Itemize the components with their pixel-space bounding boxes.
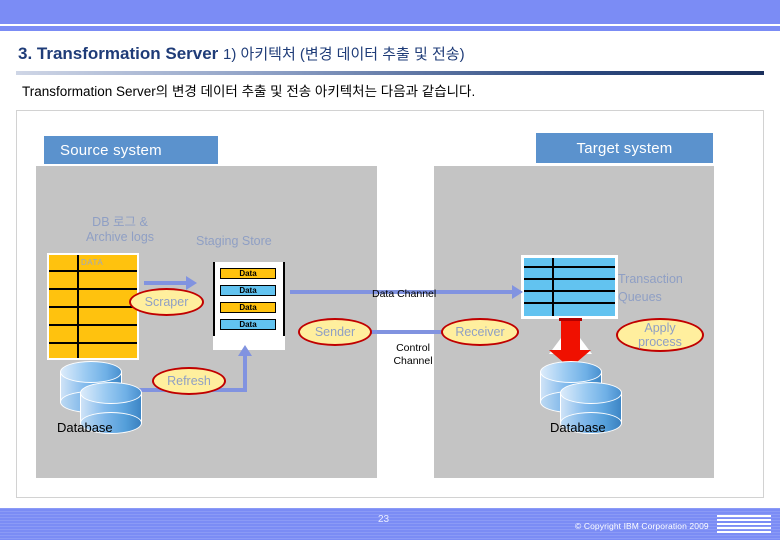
ibm-logo	[717, 515, 771, 534]
control-channel-label: Control Channel	[383, 342, 443, 368]
refresh-arrow-head	[238, 345, 252, 356]
grid-line	[524, 278, 615, 280]
control-channel-line2: Channel	[393, 355, 433, 367]
page-number: 23	[378, 514, 390, 525]
apply-process-line2: process	[638, 335, 682, 349]
staging-edge-right	[283, 262, 285, 336]
grid-line-vertical	[77, 255, 79, 358]
logo-stripe	[717, 531, 771, 533]
cylinder-top	[80, 382, 142, 404]
apply-process-node[interactable]: Apply process	[616, 318, 704, 352]
db-logs-caption-line1: DB 로그 &	[92, 215, 148, 229]
staging-data-bar: Data	[220, 268, 276, 279]
receiver-process-node[interactable]: Receiver	[441, 318, 519, 346]
sender-process-node[interactable]: Sender	[298, 318, 372, 346]
grid-line	[524, 302, 615, 304]
target-system-header: Target system	[536, 133, 713, 163]
grid-line	[524, 290, 615, 292]
page-title-sub: 1) 아키텍처 (변경 데이터 추출 및 전송)	[223, 46, 465, 63]
intro-sentence: Transformation Server의 변경 데이터 추출 및 전송 아키…	[22, 84, 476, 99]
grid-line	[524, 266, 615, 268]
data-channel-label: Data Channel	[372, 288, 437, 300]
staging-store-container: Data Data Data Data	[213, 262, 285, 350]
logo-stripe	[717, 527, 771, 529]
source-database-label: Database	[57, 420, 113, 435]
copyright-notice: © Copyright IBM Corporation 2009	[575, 521, 709, 531]
refresh-arrow-vertical	[243, 356, 247, 392]
transaction-queues-caption: Transaction Queues	[618, 270, 708, 306]
staging-store-caption: Staging Store	[196, 234, 272, 248]
data-channel-arrow-head	[512, 285, 523, 299]
scraper-arrow-line	[144, 281, 188, 285]
staging-data-bar: Data	[220, 302, 276, 313]
grid-line	[49, 288, 137, 290]
transaction-queues-line2: Queues	[618, 290, 662, 304]
grid-line	[49, 270, 137, 272]
staging-data-bar: Data	[220, 319, 276, 330]
refresh-process-node[interactable]: Refresh	[152, 367, 226, 395]
control-channel-line1: Control	[396, 342, 430, 354]
cylinder-top	[60, 361, 122, 383]
log-grid-cell-label: DATA	[81, 258, 104, 267]
logo-stripe	[717, 523, 771, 525]
source-system-header: Source system	[44, 136, 218, 164]
grid-line	[49, 342, 137, 344]
cylinder-top	[540, 361, 602, 383]
title-divider	[16, 71, 764, 75]
db-log-grid: DATA	[47, 253, 139, 360]
target-database-label: Database	[550, 420, 606, 435]
grid-line	[49, 324, 137, 326]
grid-line	[49, 306, 137, 308]
apply-process-line1: Apply	[644, 321, 676, 335]
staging-data-bar: Data	[220, 285, 276, 296]
db-logs-caption-line2: Archive logs	[85, 230, 155, 244]
top-decorative-band	[0, 0, 780, 24]
db-logs-caption: DB 로그 & Archive logs	[60, 215, 180, 245]
grid-line-vertical	[552, 258, 554, 316]
scraper-arrow-head	[186, 276, 197, 290]
staging-edge-left	[213, 262, 215, 336]
logo-stripe	[717, 515, 771, 517]
slide-canvas: 3. Transformation Server 1) 아키텍처 (변경 데이터…	[0, 0, 780, 540]
page-title: 3. Transformation Server 1) 아키텍처 (변경 데이터…	[18, 43, 758, 69]
transaction-queue-grid	[521, 255, 618, 319]
scraper-process-node[interactable]: Scraper	[129, 288, 204, 316]
cylinder-top	[560, 382, 622, 404]
top-decorative-band-secondary	[0, 26, 780, 31]
page-title-main: 3. Transformation Server	[18, 44, 219, 63]
transaction-queues-line1: Transaction	[618, 272, 683, 286]
logo-stripe	[717, 519, 771, 521]
